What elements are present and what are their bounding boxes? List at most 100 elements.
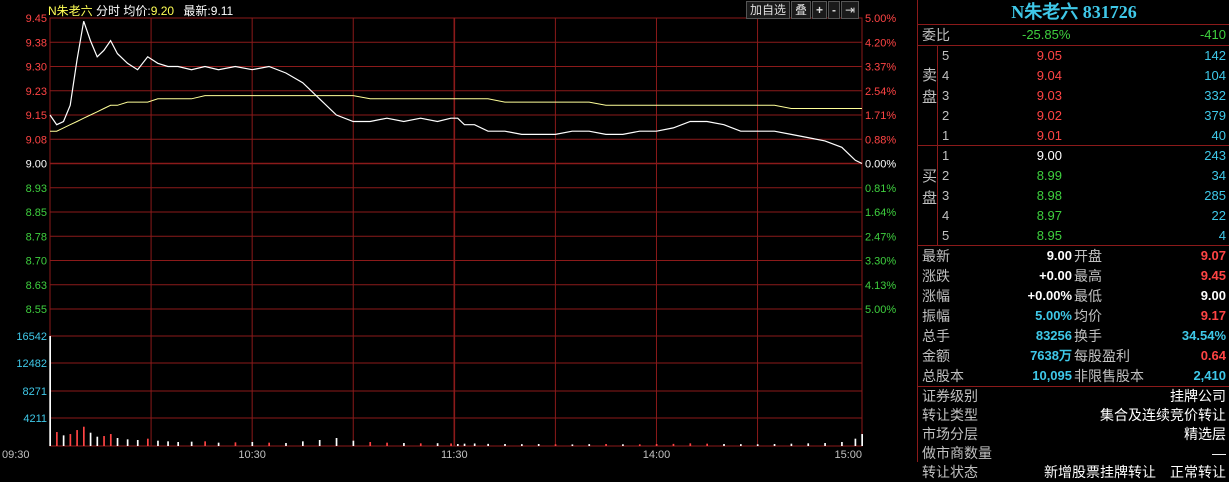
volume-bar [56, 432, 58, 446]
pct-tick-label: 1.64% [865, 207, 896, 219]
ask-level: 1 [942, 128, 950, 143]
header-stock-name: N朱老六 [48, 4, 93, 18]
stat-label: 每股盈利 [1074, 348, 1130, 364]
bid-level: 1 [942, 148, 950, 163]
volume-bar [521, 444, 523, 446]
volume-bar [234, 442, 237, 446]
volume-bar [854, 438, 857, 446]
ask-volume: 40 [1211, 128, 1226, 143]
intraday-chart[interactable]: 9.45 5.00% 9.38 4.20% 9.30 3.37% 9.23 2.54% 9.15… [0, 0, 916, 462]
buy-side-label: 买盘 [922, 168, 938, 207]
volume-bar [487, 443, 489, 446]
info-label: 证券级别 [922, 388, 978, 404]
bid-row[interactable]: 3 8.98 285 [918, 186, 1229, 206]
stat-value: 9.07 [1200, 248, 1226, 263]
volume-bar [369, 442, 372, 446]
time-tick-label: 09:30 [2, 449, 30, 461]
chart-frame [49, 17, 863, 447]
bid-level: 4 [942, 208, 950, 223]
bid-row[interactable]: 2 8.99 34 [918, 166, 1229, 186]
volume-bar [62, 435, 65, 446]
bid-row[interactable]: 1 9.00 243 [918, 146, 1229, 166]
add-watchlist-button[interactable]: 加自选 [746, 1, 791, 19]
zoom-in-button[interactable]: + [812, 1, 828, 19]
bid-level: 3 [942, 188, 950, 203]
volume-bar [672, 443, 675, 446]
volume-bar [456, 444, 459, 446]
stats-row: 总手 83256 换手 34.54% [918, 326, 1229, 346]
volume-bar [419, 443, 422, 446]
bid-row[interactable]: 4 8.97 22 [918, 206, 1229, 226]
bid-row[interactable]: 5 8.95 4 [918, 226, 1229, 246]
jump-end-icon[interactable]: ⇥ [841, 1, 860, 19]
stat-value: +0.00 [1039, 268, 1072, 283]
volume-bar [622, 444, 624, 446]
stats-row: 涨跌 +0.00 最高 9.45 [918, 266, 1229, 286]
volume-bar [756, 444, 759, 446]
ask-row[interactable]: 2 9.02 379 [918, 106, 1229, 126]
bid-volume: 243 [1204, 148, 1226, 163]
volume-bar [638, 444, 641, 446]
volume-bar [190, 441, 193, 446]
volume-bar [403, 443, 405, 446]
volume-tick-label: 4211 [23, 413, 47, 425]
intraday-chart-area[interactable]: 9.45 5.00% 9.38 4.20% 9.30 3.37% 9.23 2.54% 9.15… [0, 0, 916, 462]
ask-row[interactable]: 3 9.03 332 [918, 86, 1229, 106]
volume-bar [773, 444, 776, 446]
overlay-button[interactable]: 叠 [791, 1, 812, 19]
stat-label: 总手 [922, 328, 950, 344]
ask-price: 9.04 [1036, 68, 1062, 83]
ask-row[interactable]: 5 9.05 142 [918, 46, 1229, 66]
volume-bar [386, 442, 388, 446]
info-row: 市场分层 精选层 [918, 425, 1229, 444]
price-tick-label: 9.30 [26, 62, 47, 74]
chart-header: N朱老六 分时 均价:9.20 最新:9.11 [48, 2, 233, 19]
volume-bar [301, 441, 304, 446]
volume-tick-label: 12482 [16, 358, 47, 370]
ask-price: 9.05 [1036, 48, 1062, 63]
info-label: 转让状态 [922, 464, 978, 480]
pct-tick-label: 2.54% [865, 86, 896, 98]
volume-bar [109, 434, 112, 446]
volume-bar [204, 441, 206, 446]
volume-bar [790, 443, 793, 446]
header-last-value: 9.11 [210, 4, 234, 18]
volume-bar [217, 442, 220, 446]
volume-bar [147, 438, 149, 446]
volume-bar [49, 335, 51, 446]
ask-volume: 104 [1204, 68, 1226, 83]
avg-price-line [50, 95, 862, 132]
stat-label: 总股本 [922, 368, 964, 384]
header-last-label: 最新: [183, 4, 211, 18]
volume-bar [655, 444, 658, 446]
stat-label: 金额 [922, 348, 950, 364]
volume-bar [82, 426, 85, 446]
sell-side-label: 卖盘 [922, 67, 938, 106]
bid-level: 5 [942, 228, 950, 243]
webi-label: 委比 [922, 27, 950, 43]
volume-bar [463, 443, 466, 446]
volume-bar [177, 442, 180, 446]
volume-bar [504, 444, 506, 446]
volume-bar [157, 440, 159, 446]
ask-row[interactable]: 4 9.04 104 [918, 66, 1229, 86]
ask-price: 9.01 [1036, 128, 1062, 143]
ask-volume: 142 [1204, 48, 1226, 63]
webi-pct: -25.85% [1022, 27, 1071, 42]
ask-row[interactable]: 1 9.01 40 [918, 126, 1229, 146]
bid-price: 8.99 [1036, 168, 1062, 183]
price-tick-label: 9.23 [26, 86, 47, 98]
volume-bar [285, 443, 287, 446]
divider [937, 46, 938, 246]
stats-row: 最新 9.00 开盘 9.07 [918, 246, 1229, 266]
bid-volume: 34 [1211, 168, 1226, 183]
volume-bar [537, 444, 540, 446]
volume-bar [861, 434, 863, 446]
stats-row: 振幅 5.00% 均价 9.17 [918, 306, 1229, 326]
time-tick-label: 14:00 [643, 449, 671, 461]
price-tick-label: 9.45 [26, 13, 47, 25]
zoom-out-button[interactable]: - [828, 1, 841, 19]
stat-label: 涨跌 [922, 268, 950, 284]
ask-volume: 332 [1204, 88, 1226, 103]
stat-label: 均价 [1074, 308, 1102, 324]
